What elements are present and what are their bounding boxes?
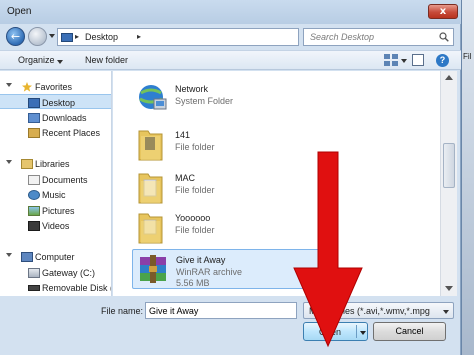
sidebar-item-gateway-c[interactable]: Gateway (C:) [0, 265, 111, 280]
nav-libraries[interactable]: Libraries [0, 156, 111, 171]
scroll-down-icon[interactable] [445, 286, 453, 291]
help-icon[interactable]: ? [436, 54, 449, 67]
file-list: Network System Folder 141 File folder MA… [113, 71, 440, 296]
file-name: Give it Away [176, 255, 226, 265]
close-button[interactable]: x [428, 4, 458, 19]
sidebar-item-removable-disk[interactable]: Removable Disk ( [0, 280, 112, 295]
background-window-text: Fil [463, 52, 472, 61]
view-dropdown-icon[interactable] [401, 59, 407, 63]
file-type: File folder [175, 185, 215, 195]
file-name: 141 [175, 130, 191, 140]
sidebar-item-documents[interactable]: Documents [0, 172, 111, 187]
folder-icon [138, 130, 163, 161]
file-type: WinRAR archive [176, 267, 243, 277]
navigation-pane: Favorites Desktop Downloads Recent Place… [0, 71, 112, 296]
back-arrow-icon[interactable]: ← [6, 27, 25, 46]
recent-places-icon [28, 128, 40, 138]
file-type: File folder [175, 225, 215, 235]
chevron-down-icon[interactable] [443, 310, 449, 314]
drive-icon [28, 268, 40, 278]
search-icon [439, 32, 449, 42]
forward-arrow-icon[interactable] [28, 27, 47, 46]
collapse-arrow-icon[interactable] [6, 160, 12, 164]
libraries-icon [21, 159, 33, 169]
search-input[interactable]: Search Desktop [303, 28, 454, 46]
sidebar-item-music[interactable]: Music [0, 187, 111, 202]
preview-pane-icon[interactable] [412, 54, 424, 66]
window-title: Open [7, 6, 32, 17]
file-name-input[interactable] [145, 302, 297, 319]
nav-label: Computer [35, 252, 75, 262]
file-type: File folder [175, 142, 215, 152]
documents-icon [28, 175, 40, 185]
computer-icon [21, 252, 33, 262]
folder-icon [138, 213, 163, 244]
nav-label: Removable Disk ( [42, 283, 112, 293]
file-name: MAC [175, 173, 195, 183]
cancel-button[interactable]: Cancel [373, 322, 446, 341]
downloads-icon [28, 113, 40, 123]
file-name: Yoooooo [175, 213, 211, 223]
organize-button[interactable]: Organize [18, 55, 55, 65]
nav-computer[interactable]: Computer [0, 249, 111, 264]
open-dialog: Open x ← ▸ Desktop ▸ ↻ Search Desktop Or… [0, 0, 461, 355]
file-type: System Folder [175, 96, 234, 106]
file-size: 5.56 MB [176, 278, 210, 288]
nav-label: Videos [42, 221, 70, 231]
vertical-scrollbar[interactable] [440, 71, 457, 296]
music-icon [28, 190, 40, 200]
winrar-archive-icon [140, 255, 166, 283]
scroll-thumb[interactable] [443, 143, 455, 188]
nav-label: Desktop [42, 98, 76, 108]
nav-favorites[interactable]: Favorites [0, 79, 111, 94]
collapse-arrow-icon[interactable] [6, 253, 12, 257]
nav-label: Favorites [35, 82, 73, 92]
nav-label: Gateway (C:) [42, 268, 96, 278]
list-item-network[interactable]: Network System Folder [132, 79, 320, 117]
new-folder-button[interactable]: New folder [85, 55, 128, 65]
navigation-bar: ← ▸ Desktop ▸ ↻ Search Desktop [0, 24, 461, 49]
nav-label: Pictures [42, 206, 75, 216]
recent-pages-dropdown[interactable] [49, 34, 55, 38]
change-view-icon[interactable] [384, 54, 398, 66]
file-name-label: File name: [101, 306, 144, 316]
nav-label: Recent Places [42, 128, 101, 138]
address-bar[interactable]: ▸ Desktop ▸ ↻ [57, 28, 350, 49]
folder-icon [138, 173, 163, 204]
desktop-icon [28, 98, 40, 108]
organize-dropdown-icon[interactable] [57, 60, 63, 64]
title-bar[interactable]: Open x [0, 0, 461, 24]
sidebar-item-videos[interactable]: Videos [0, 218, 111, 233]
network-icon [139, 85, 167, 110]
sidebar-item-downloads[interactable]: Downloads [0, 110, 111, 125]
sidebar-item-desktop[interactable]: Desktop [0, 94, 111, 109]
removable-disk-icon [28, 285, 40, 291]
search-placeholder: Search Desktop [310, 32, 375, 42]
red-arrow-annotation [293, 151, 363, 348]
scroll-up-icon[interactable] [445, 75, 453, 80]
command-toolbar: Organize New folder ? [0, 50, 461, 70]
videos-icon [28, 221, 40, 231]
breadcrumb-arrow-icon[interactable]: ▸ [137, 32, 141, 41]
sidebar-item-pictures[interactable]: Pictures [0, 203, 111, 218]
collapse-arrow-icon[interactable] [6, 83, 12, 87]
nav-label: Documents [42, 175, 88, 185]
nav-label: Music [42, 190, 66, 200]
nav-label: Libraries [35, 159, 70, 169]
pictures-icon [28, 206, 40, 216]
desktop-icon [61, 33, 73, 42]
breadcrumb-arrow-icon[interactable]: ▸ [75, 32, 79, 41]
nav-label: Downloads [42, 113, 87, 123]
file-name: Network [175, 84, 209, 94]
star-icon [22, 82, 32, 92]
sidebar-item-recent-places[interactable]: Recent Places [0, 125, 111, 140]
breadcrumb-desktop[interactable]: Desktop [85, 32, 118, 42]
